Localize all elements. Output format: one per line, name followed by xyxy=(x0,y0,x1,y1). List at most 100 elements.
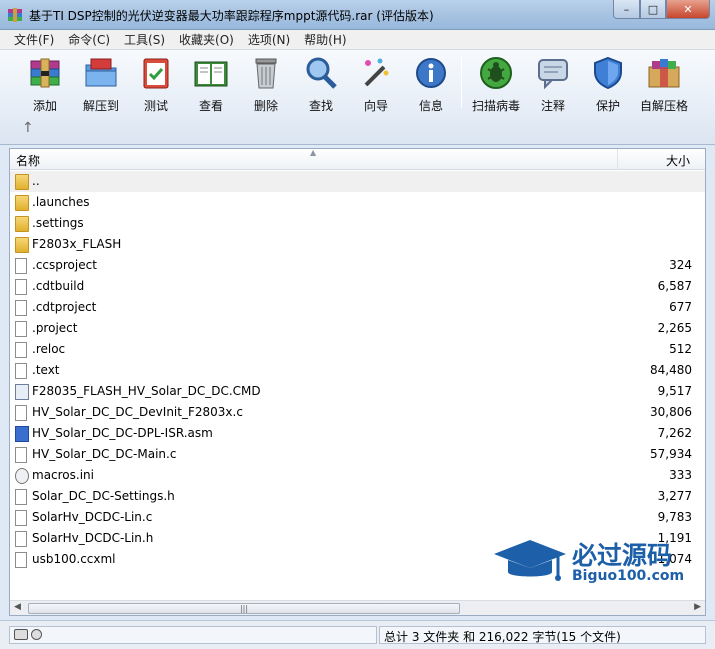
file-name: SolarHv_DCDC-Lin.h xyxy=(32,531,154,545)
menu-options[interactable]: 选项(N) xyxy=(241,31,297,48)
trash-icon xyxy=(255,58,277,89)
file-size: 30,806 xyxy=(650,405,692,419)
key-icon[interactable] xyxy=(31,629,42,640)
file-icon xyxy=(15,510,27,526)
table-row[interactable]: .ccsproject 324 xyxy=(10,255,705,276)
file-size: 84,480 xyxy=(650,363,692,377)
file-icon xyxy=(15,363,27,379)
extract-to-button[interactable]: 解压到 xyxy=(73,55,129,113)
file-icon xyxy=(15,321,27,337)
delete-button[interactable]: 删除 xyxy=(238,55,294,113)
scroll-left-icon[interactable]: ◀ xyxy=(14,602,21,612)
table-row[interactable]: Solar_DC_DC-Settings.h 3,277 xyxy=(10,486,705,507)
watermark: 必过源码 Biguo100.com xyxy=(492,534,702,590)
virus-bug-icon xyxy=(480,57,512,89)
file-size: 9,517 xyxy=(657,384,692,398)
table-row[interactable]: .settings xyxy=(10,213,705,234)
file-name: .reloc xyxy=(32,342,66,356)
window-controls: – □ ✕ xyxy=(613,0,710,20)
magic-wand-icon xyxy=(364,58,389,87)
menu-bar: 文件(F) 命令(C) 工具(S) 收藏夹(O) 选项(N) 帮助(H) xyxy=(0,30,715,50)
scroll-right-icon[interactable]: ▶ xyxy=(694,602,701,612)
file-name: HV_Solar_DC_DC-Main.c xyxy=(32,447,177,461)
scan-virus-button[interactable]: 扫描病毒 xyxy=(468,55,524,113)
info-label: 信息 xyxy=(418,99,443,113)
maximize-button[interactable]: □ xyxy=(640,0,666,19)
test-button[interactable]: 测试 xyxy=(128,55,184,113)
table-row[interactable]: F28035_FLASH_HV_Solar_DC_DC.CMD 9,517 xyxy=(10,381,705,402)
file-name: .text xyxy=(32,363,60,377)
menu-favorites[interactable]: 收藏夹(O) xyxy=(172,31,241,48)
sfx-archive-icon xyxy=(648,59,680,88)
file-name: .cdtproject xyxy=(32,300,97,314)
view-book-icon xyxy=(194,61,228,87)
wizard-label: 向导 xyxy=(363,99,388,113)
find-button[interactable]: 查找 xyxy=(293,55,349,113)
parent-folder-icon xyxy=(15,174,29,190)
file-name: .cdtbuild xyxy=(32,279,85,293)
drive-icon[interactable] xyxy=(14,629,28,640)
comment-button[interactable]: 注释 xyxy=(525,55,581,113)
scrollbar-thumb[interactable]: ||| xyxy=(28,603,460,614)
add-button[interactable]: 添加 xyxy=(17,55,73,113)
file-icon xyxy=(15,258,27,274)
toolbar-separator xyxy=(461,56,462,108)
file-size: 7,262 xyxy=(657,426,692,440)
file-name: .launches xyxy=(32,195,90,209)
close-button[interactable]: ✕ xyxy=(666,0,710,19)
status-icons xyxy=(14,629,42,640)
table-row[interactable]: .cdtbuild 6,587 xyxy=(10,276,705,297)
wizard-button[interactable]: 向导 xyxy=(348,55,404,113)
table-row[interactable]: SolarHv_DCDC-Lin.c 9,783 xyxy=(10,507,705,528)
sfx-button[interactable]: 自解压格 xyxy=(636,55,692,113)
info-icon xyxy=(416,58,446,88)
column-header-size[interactable]: 大小 xyxy=(619,149,694,170)
table-row[interactable]: F2803x_FLASH xyxy=(10,234,705,255)
minimize-button[interactable]: – xyxy=(613,0,640,19)
cmd-file-icon xyxy=(15,384,29,400)
file-icon xyxy=(15,279,27,295)
menu-tools[interactable]: 工具(S) xyxy=(117,31,172,48)
sort-ascending-icon: ▲ xyxy=(310,148,317,157)
winrar-app-icon xyxy=(8,8,22,22)
up-folder-icon[interactable]: ↑ xyxy=(22,120,34,136)
file-name: HV_Solar_DC_DC_DevInit_F2803x.c xyxy=(32,405,243,419)
protect-button[interactable]: 保护 xyxy=(580,55,636,113)
table-row[interactable]: HV_Solar_DC_DC_DevInit_F2803x.c 30,806 xyxy=(10,402,705,423)
title-bar[interactable]: 基于TI DSP控制的光伏逆变器最大功率跟踪程序mppt源代码.rar (评估版… xyxy=(0,0,715,30)
extract-to-label: 解压到 xyxy=(82,99,119,113)
status-bar: 总计 3 文件夹 和 216,022 字节(15 个文件) xyxy=(0,620,715,649)
table-row[interactable]: HV_Solar_DC_DC-Main.c 57,934 xyxy=(10,444,705,465)
table-row[interactable]: .reloc 512 xyxy=(10,339,705,360)
file-icon xyxy=(15,489,27,505)
table-row[interactable]: macros.ini 333 xyxy=(10,465,705,486)
table-row[interactable]: .. xyxy=(10,171,705,192)
column-header-name[interactable]: 名称 ▲ xyxy=(10,149,618,170)
table-row[interactable]: HV_Solar_DC_DC-DPL-ISR.asm 7,262 xyxy=(10,423,705,444)
add-archive-icon xyxy=(30,58,60,88)
scrollbar-grip-icon: ||| xyxy=(239,604,249,613)
graduation-cap-logo-icon xyxy=(494,540,566,581)
file-size: 2,265 xyxy=(657,321,692,335)
file-name: .project xyxy=(32,321,78,335)
horizontal-scrollbar[interactable]: ◀ ||| ▶ xyxy=(10,600,705,615)
menu-commands[interactable]: 命令(C) xyxy=(61,31,117,48)
file-icon xyxy=(15,531,27,547)
column-name-label: 名称 xyxy=(16,154,41,168)
file-size: 3,277 xyxy=(657,489,692,503)
comment-icon xyxy=(538,59,568,90)
search-icon xyxy=(306,57,337,89)
watermark-site: Biguo100.com xyxy=(572,568,685,584)
table-row[interactable]: .text 84,480 xyxy=(10,360,705,381)
folder-icon xyxy=(15,237,29,253)
menu-help[interactable]: 帮助(H) xyxy=(297,31,353,48)
file-size: 677 xyxy=(669,300,692,314)
table-row[interactable]: .cdtproject 677 xyxy=(10,297,705,318)
menu-file[interactable]: 文件(F) xyxy=(7,31,61,48)
table-row[interactable]: .launches xyxy=(10,192,705,213)
table-row[interactable]: .project 2,265 xyxy=(10,318,705,339)
view-button[interactable]: 查看 xyxy=(183,55,239,113)
file-icon xyxy=(15,342,27,358)
file-name: F2803x_FLASH xyxy=(32,237,122,251)
info-button[interactable]: 信息 xyxy=(403,55,459,113)
